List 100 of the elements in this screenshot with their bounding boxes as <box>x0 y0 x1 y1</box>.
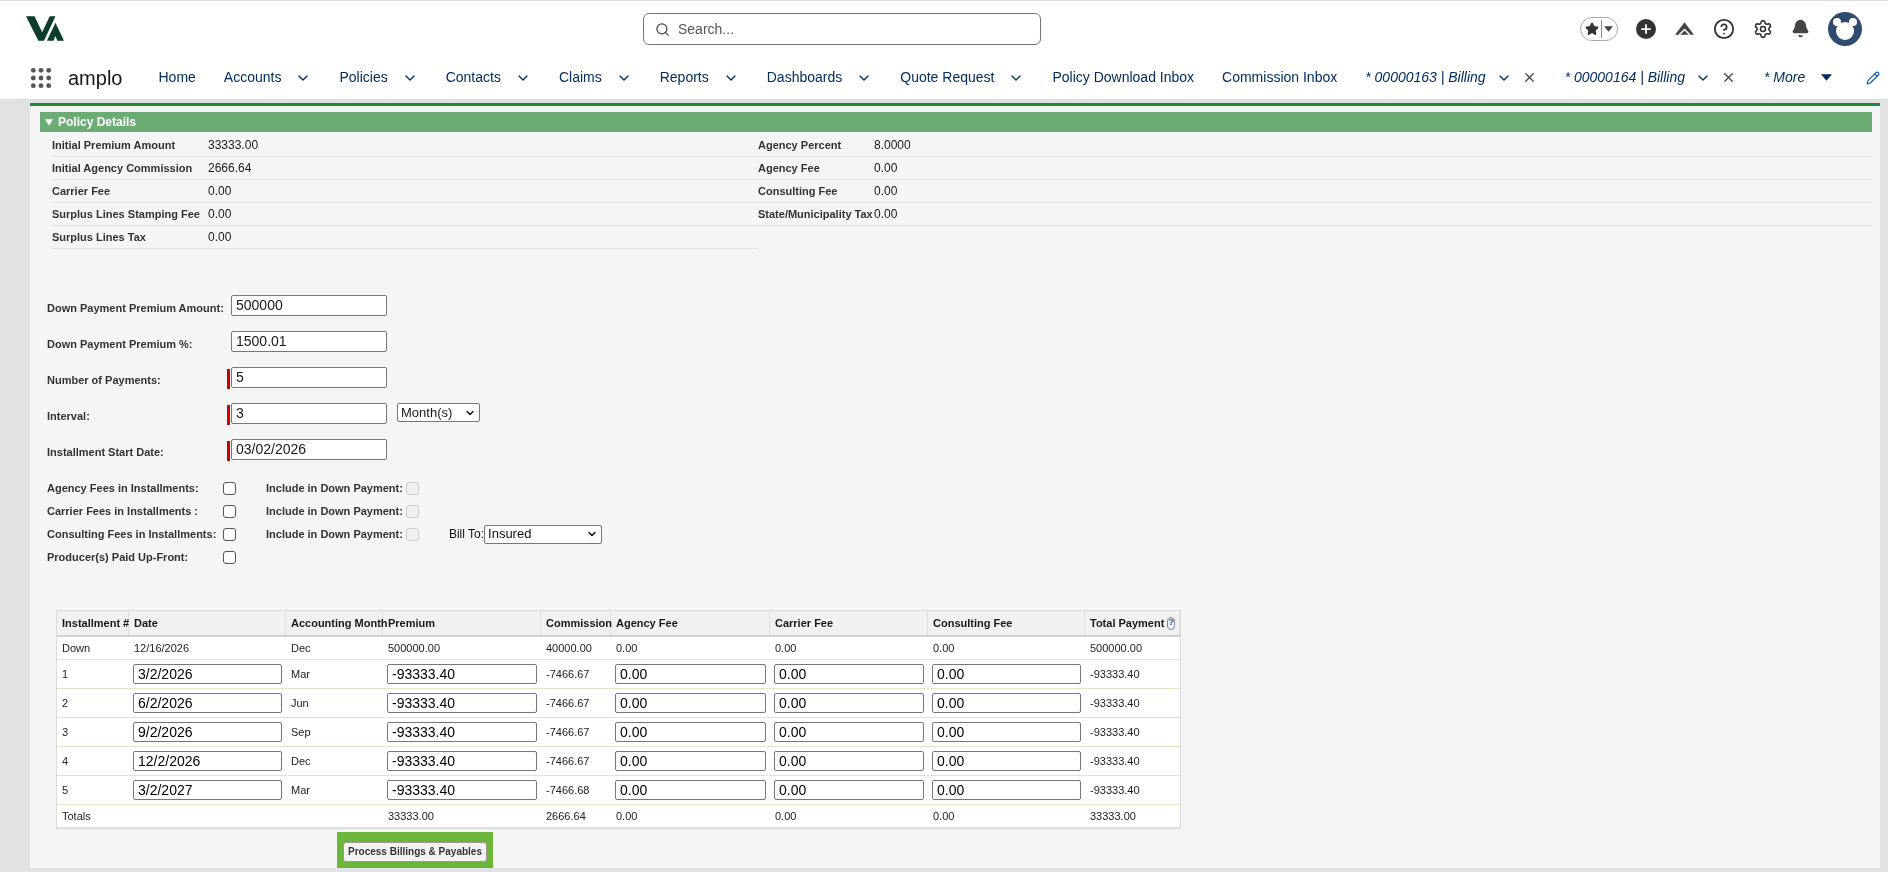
checkbox[interactable] <box>223 504 236 518</box>
table-cell-text: 5 <box>61 782 70 798</box>
text-field[interactable]: 3 <box>231 403 387 424</box>
checkbox[interactable] <box>223 527 236 541</box>
nav-item[interactable]: Policy Download Inbox <box>1052 67 1195 88</box>
text-field[interactable]: 500000 <box>231 295 387 316</box>
table-input[interactable]: 0.00 <box>932 780 1081 800</box>
field-value: 0.00 <box>208 183 232 200</box>
interval-select[interactable]: Month(s) <box>397 403 480 422</box>
settings-icon[interactable] <box>1753 18 1773 39</box>
table-cell-text: -7466.67 <box>545 753 591 769</box>
field-label: Surplus Lines Tax <box>52 229 147 245</box>
table-input[interactable]: 0.00 <box>774 693 924 713</box>
app-launcher-icon[interactable] <box>30 66 52 89</box>
field-label: Agency Percent <box>758 137 843 153</box>
table-input[interactable]: -93333.40 <box>387 664 537 684</box>
table-input[interactable]: -93333.40 <box>387 722 537 742</box>
nav-item[interactable]: Claims <box>558 67 602 88</box>
table-input[interactable]: 0.00 <box>774 751 924 771</box>
table-input[interactable]: 0.00 <box>932 693 1081 713</box>
nav-item[interactable]: Reports <box>659 67 709 88</box>
field-label: Agency Fee <box>758 160 821 176</box>
field-value: 2666.64 <box>208 160 252 177</box>
column-header: Installment # <box>62 615 130 631</box>
checkbox-label: Include in Down Payment: <box>266 526 403 542</box>
table-cell-text: 1 <box>61 666 70 682</box>
search-field[interactable]: Search... <box>643 12 1041 45</box>
table-cell-text: 33333.00 <box>387 808 435 824</box>
nav-item[interactable]: Home <box>158 67 196 88</box>
table-input[interactable]: 0.00 <box>932 751 1081 771</box>
bill-to-label: Bill To: <box>448 526 485 543</box>
column-header: Total Payment <box>1090 615 1165 631</box>
edit-icon[interactable] <box>1866 70 1880 85</box>
checkbox-label: Consulting Fees in Installments: <box>47 526 218 542</box>
workspace-tab[interactable]: * 00000164 | Billing <box>1564 67 1686 88</box>
table-cell-text: 0.00 <box>774 640 798 656</box>
table-input[interactable]: 3/2/2027 <box>133 780 282 800</box>
plus-icon <box>1639 21 1653 36</box>
text-field[interactable]: 1500.01 <box>231 331 387 352</box>
table-cell-text: -93333.40 <box>1089 666 1141 682</box>
table-cell-text: Mar <box>290 666 311 682</box>
column-header: Carrier Fee <box>775 615 834 631</box>
checkbox-label: Producer(s) Paid Up-Front: <box>47 549 190 565</box>
table-cell-text: Mar <box>290 782 311 798</box>
nav-item[interactable]: Dashboards <box>766 67 843 88</box>
table-input[interactable]: 0.00 <box>774 780 924 800</box>
bell-icon[interactable] <box>1791 19 1810 38</box>
add-button[interactable] <box>1636 18 1656 39</box>
process-button[interactable]: Process Billings & Payables <box>343 841 487 862</box>
table-input[interactable]: 0.00 <box>932 722 1081 742</box>
table-input[interactable]: 3/2/2026 <box>133 664 282 684</box>
table-input[interactable]: 0.00 <box>615 780 766 800</box>
table-cell-text: 500000.00 <box>1089 640 1143 656</box>
table-input[interactable]: -93333.40 <box>387 751 537 771</box>
table-cell-text: Totals <box>61 808 92 824</box>
logo-icon[interactable] <box>26 16 64 41</box>
checkbox[interactable] <box>223 481 236 495</box>
table-input[interactable]: -93333.40 <box>387 780 537 800</box>
nav-item[interactable]: Policies <box>339 67 388 88</box>
table-input[interactable]: 0.00 <box>615 664 766 684</box>
avatar-icon[interactable] <box>1828 11 1862 46</box>
table-input[interactable]: 0.00 <box>774 722 924 742</box>
nav-item[interactable]: Contacts <box>445 67 501 88</box>
table-cell-text: -93333.40 <box>1089 724 1141 740</box>
form-label: Down Payment Premium %: <box>47 336 194 352</box>
checkbox[interactable] <box>223 550 236 564</box>
checkbox-label: Include in Down Payment: <box>266 503 403 519</box>
table-cell-text: Dec <box>290 640 312 656</box>
table-cell-text: -7466.67 <box>545 666 591 682</box>
table-input[interactable]: -93333.40 <box>387 693 537 713</box>
field-label: Carrier Fee <box>52 183 112 199</box>
table-input[interactable]: 0.00 <box>774 664 924 684</box>
table-input[interactable]: 9/2/2026 <box>133 722 282 742</box>
table-input[interactable]: 12/2/2026 <box>133 751 282 771</box>
table-cell-text: -7466.67 <box>545 695 591 711</box>
table-cell-text: 0.00 <box>615 808 639 824</box>
nav-item[interactable]: Accounts <box>223 67 282 88</box>
column-header: Accounting Month <box>291 615 388 631</box>
table-input[interactable]: 6/2/2026 <box>133 693 282 713</box>
table-input[interactable]: 0.00 <box>615 722 766 742</box>
bill-to-select[interactable]: Insured <box>484 524 603 544</box>
mountain-icon[interactable] <box>1674 20 1695 37</box>
table-input[interactable]: 0.00 <box>932 664 1081 684</box>
workspace-tab[interactable]: * 00000163 | Billing <box>1365 67 1486 88</box>
text-field[interactable]: 5 <box>231 367 387 388</box>
app-name: amplo <box>68 65 123 91</box>
table-cell-text: Jun <box>290 695 310 711</box>
text-field[interactable]: 03/02/2026 <box>231 439 387 460</box>
field-value: 8.0000 <box>874 137 911 154</box>
table-cell-text: 0.00 <box>774 808 798 824</box>
column-header: Commission <box>546 615 612 631</box>
table-cell-text: 0.00 <box>932 808 956 824</box>
nav-item[interactable]: Quote Request <box>900 67 995 88</box>
table-input[interactable]: 0.00 <box>615 751 766 771</box>
help-icon[interactable] <box>1713 17 1735 40</box>
table-input[interactable]: 0.00 <box>615 693 766 713</box>
table-cell-text: -93333.40 <box>1089 753 1141 769</box>
nav-item[interactable]: Commission Inbox <box>1222 67 1338 88</box>
more-tab[interactable]: * More <box>1764 67 1806 88</box>
caret-icon[interactable] <box>1821 74 1833 81</box>
